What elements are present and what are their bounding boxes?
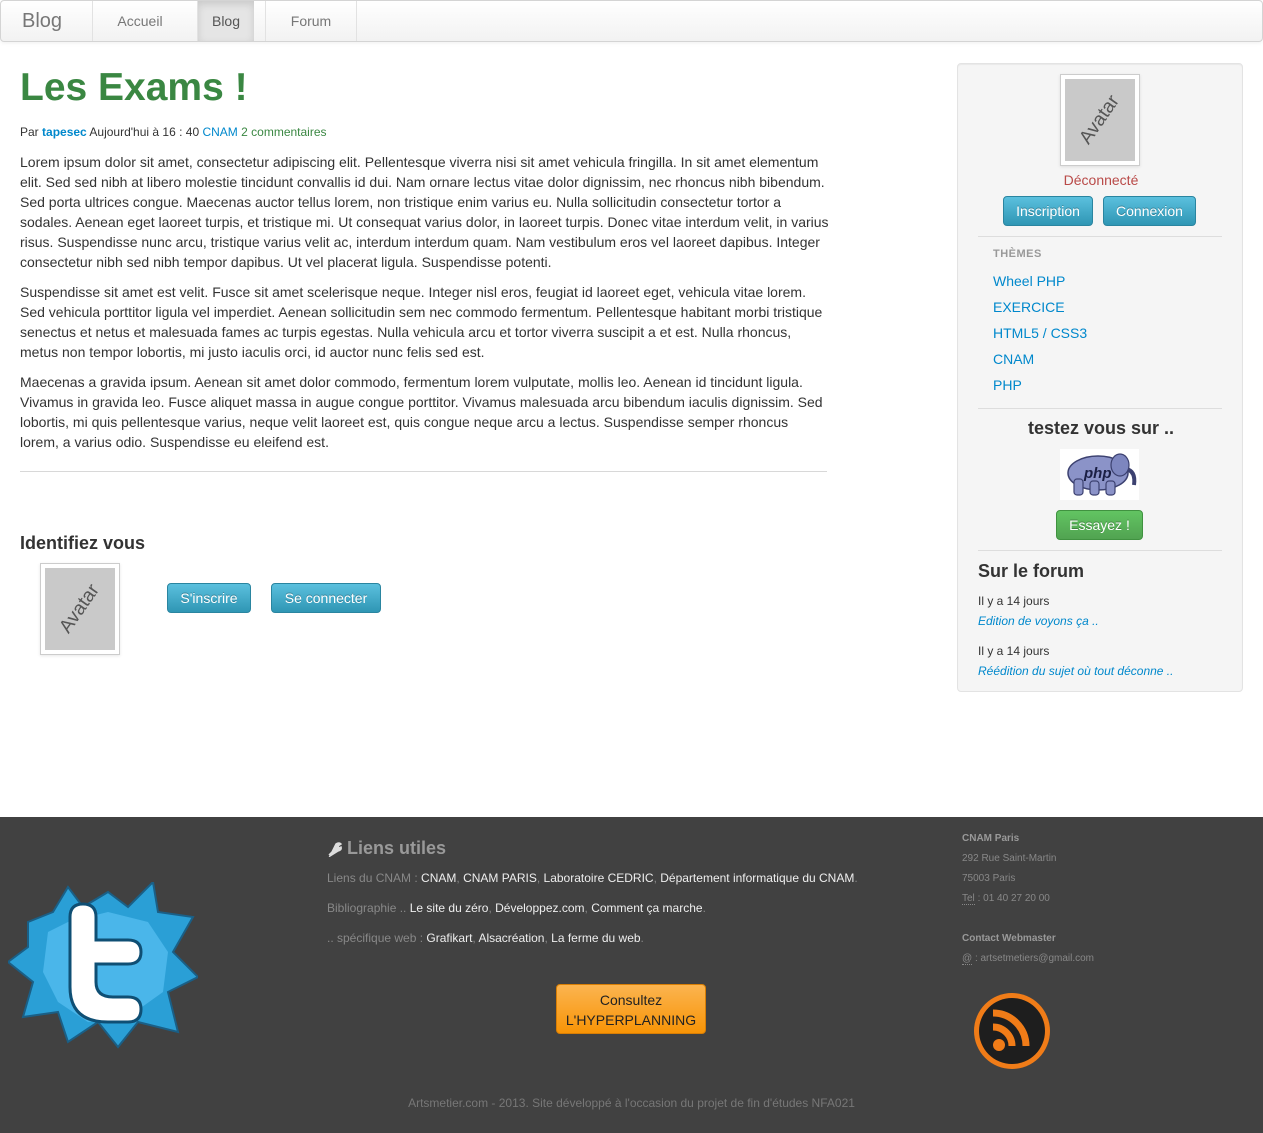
post-paragraph: Lorem ipsum dolor sit amet, consectetur … (20, 154, 829, 270)
post-meta: Par tapesec Aujourd'hui à 16 : 40 CNAM 2… (20, 125, 327, 139)
footer-link[interactable]: Développez.com (495, 901, 584, 915)
footer-link[interactable]: Grafikart (426, 931, 472, 945)
meta-by: Par (20, 125, 39, 139)
nav-item-accueil[interactable]: Accueil (92, 1, 187, 41)
category-link[interactable]: CNAM (202, 125, 237, 139)
identify-title: Identifiez vous (20, 533, 146, 553)
footer-link[interactable]: Département informatique du CNAM (660, 871, 854, 885)
signup-button[interactable]: S'inscrire (167, 583, 251, 613)
nav-item-blog[interactable]: Blog (197, 1, 254, 41)
sidebar-avatar: Avatar (1060, 74, 1140, 166)
post-body: Lorem ipsum dolor sit amet, consectetur … (20, 152, 830, 462)
footer-link[interactable]: CNAM (421, 871, 456, 885)
footer-link[interactable]: CNAM PARIS (463, 871, 537, 885)
twitter-logo[interactable] (6, 879, 200, 1052)
svg-text:php: php (1083, 465, 1112, 482)
tel-value: : 01 40 27 20 00 (977, 893, 1050, 904)
email-line: @ : artsetmetiers@gmail.com (962, 953, 1094, 965)
php-elephant-logo[interactable]: php (1060, 449, 1139, 500)
links-label: .. spécifique web : (327, 931, 424, 945)
author-link[interactable]: tapesec (42, 125, 87, 139)
comments-link[interactable]: 2 commentaires (241, 125, 326, 139)
post-title: Les Exams ! (20, 66, 248, 109)
theme-link[interactable]: HTML5 / CSS3 (993, 325, 1087, 341)
inscription-button[interactable]: Inscription (1003, 196, 1093, 226)
phone-line: Tel : 01 40 27 20 00 (962, 893, 1050, 905)
post-paragraph: Maecenas a gravida ipsum. Aenean sit ame… (20, 374, 823, 450)
links-line-cnam: Liens du CNAM : CNAM, CNAM PARIS, Labora… (327, 871, 858, 885)
theme-link[interactable]: EXERCICE (993, 299, 1065, 315)
theme-link[interactable]: CNAM (993, 351, 1034, 367)
copyright: Artsmetier.com - 2013. Site développé à … (408, 1096, 855, 1110)
forum-time: Il y a 14 jours (978, 644, 1050, 658)
forum-title: Sur le forum (978, 561, 1085, 581)
test-title: testez vous sur .. (1027, 418, 1175, 438)
links-line-biblio: Bibliographie .. Le site du zéro, Dévelo… (327, 901, 706, 915)
address-line: 292 Rue Saint-Martin (962, 853, 1057, 864)
contact-title: CNAM Paris (962, 833, 1020, 844)
forum-link[interactable]: Réédition du sujet où tout déconne .. (978, 664, 1173, 678)
nav-divider (356, 1, 357, 41)
links-label: Liens du CNAM : (327, 871, 418, 885)
theme-link[interactable]: PHP (993, 377, 1022, 393)
email-label: @ (962, 953, 973, 965)
links-label: Bibliographie .. (327, 901, 407, 915)
connexion-button[interactable]: Connexion (1103, 196, 1196, 226)
rss-icon[interactable] (972, 991, 1052, 1071)
theme-link[interactable]: Wheel PHP (993, 273, 1065, 289)
avatar-placeholder: Avatar (45, 568, 115, 650)
footer: Liens utiles Liens du CNAM : CNAM, CNAM … (0, 817, 1263, 1133)
forum-link[interactable]: Edition de voyons ça .. (978, 614, 1099, 628)
hyperplanning-button[interactable]: Consultez L'HYPERPLANNING (556, 984, 706, 1034)
email-value[interactable]: : artsetmetiers@gmail.com (975, 953, 1094, 964)
avatar-placeholder: Avatar (1065, 79, 1135, 161)
links-line-web: .. spécifique web : Grafikart, Alsacréat… (327, 931, 644, 945)
connection-status: Déconnecté (1063, 172, 1139, 188)
sidebar-divider (978, 236, 1222, 237)
identify-avatar: Avatar (40, 563, 120, 655)
forum-time: Il y a 14 jours (978, 594, 1050, 608)
login-button[interactable]: Se connecter (271, 583, 381, 613)
footer-link[interactable]: Alsacréation (478, 931, 544, 945)
avatar-text: Avatar (1075, 91, 1124, 149)
footer-link[interactable]: Le site du zéro (410, 901, 489, 915)
hyperplanning-line1: Consultez (599, 992, 663, 1008)
themes-header: THÈMES (993, 248, 1042, 260)
post-date: Aujourd'hui à 16 : 40 (89, 125, 200, 139)
webmaster-title: Contact Webmaster (962, 933, 1056, 944)
navbar: Blog Accueil Blog Forum (0, 0, 1263, 42)
footer-link[interactable]: La ferme du web (551, 931, 640, 945)
avatar-text: Avatar (55, 580, 104, 638)
post-paragraph: Suspendisse sit amet est velit. Fusce si… (20, 284, 823, 360)
tel-label: Tel (962, 893, 975, 905)
footer-link[interactable]: Laboratoire CEDRIC (544, 871, 654, 885)
nav-item-forum[interactable]: Forum (265, 1, 356, 41)
brand-logo[interactable]: Blog (22, 10, 62, 33)
sidebar-divider (978, 408, 1222, 409)
sidebar: Avatar Déconnecté Inscription Connexion … (957, 63, 1243, 692)
footer-link[interactable]: Comment ça marche (591, 901, 702, 915)
sidebar-divider (978, 550, 1222, 551)
post-divider (20, 471, 827, 472)
try-button[interactable]: Essayez ! (1056, 510, 1143, 540)
address-line: 75003 Paris (962, 873, 1016, 884)
liens-title: Liens utiles (347, 838, 447, 858)
hyperplanning-line2: L'HYPERPLANNING (565, 1012, 697, 1028)
